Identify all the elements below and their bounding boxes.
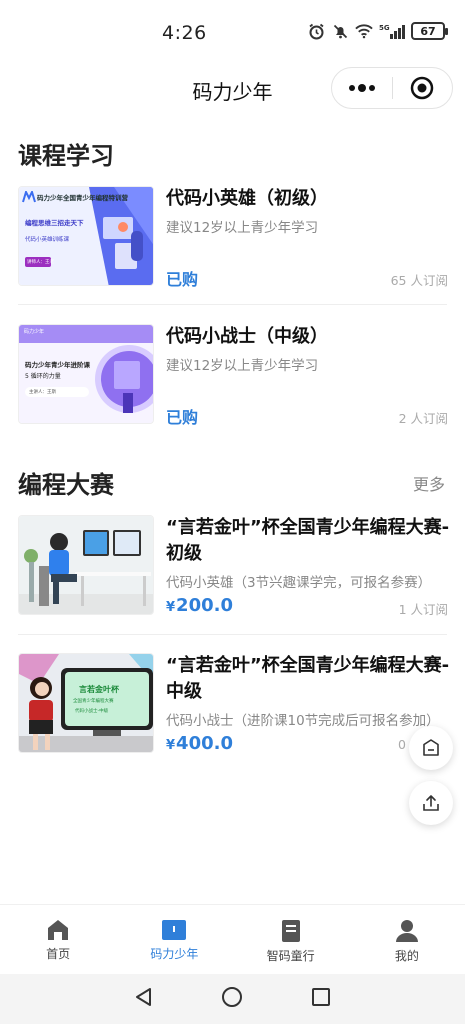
thumb-line1: 言若金叶杯 (79, 685, 119, 694)
tab-home[interactable]: 首页 (0, 905, 116, 974)
mute-bell-icon (331, 22, 349, 40)
book-open-icon (162, 920, 187, 940)
status-bar: 4:26 5G 67 (0, 0, 465, 66)
service-fab[interactable] (409, 726, 453, 770)
subscriber-count: 2 人订阅 (398, 411, 448, 426)
contest-subtitle: 代码小英雄（3节兴趣课学完，可报名参赛） (166, 575, 432, 591)
contest-subtitle: 代码小战士（进阶课10节完成后可报名参加） (166, 713, 440, 729)
course-title: 代码小战士（中级） (166, 326, 328, 347)
notebook-icon (281, 920, 300, 942)
recents-square-icon (312, 988, 331, 1006)
course-thumbnail: 码力少年全国青少年编程特训营 编程思维三招走天下 代码小英雄训练课 讲师人：王老 (18, 186, 154, 286)
tab-label: 我的 (394, 949, 419, 963)
status-icons: 5G 67 (307, 22, 448, 40)
cell-signal-icon: 5G (379, 22, 405, 40)
purchase-status: 已购 (166, 408, 199, 427)
home-icon (48, 920, 69, 940)
tab-label: 码力少年 (150, 947, 199, 961)
section-title-courses: 课程学习 (18, 142, 114, 170)
share-icon (423, 795, 439, 811)
system-navigation-bar (0, 974, 465, 1024)
back-triangle-icon (135, 988, 151, 1006)
share-fab[interactable] (409, 781, 453, 825)
battery-indicator: 67 (411, 22, 448, 40)
contest-thumbnail (18, 515, 154, 615)
mini-program-capsule (331, 67, 453, 109)
minimize-window-icon (423, 739, 439, 756)
status-time: 4:26 (162, 22, 207, 44)
course-card[interactable]: 码力少年 码力少年青少年进阶课 5 循环的力量 主讲人：王斯 代码小战士（中级）… (18, 324, 448, 427)
section-title-contests: 编程大赛 (18, 471, 114, 499)
course-title: 代码小英雄（初级） (166, 188, 328, 209)
more-contests-link[interactable]: 更多 (413, 471, 445, 495)
thumb-badge: 讲师人：王老 (27, 260, 54, 265)
alarm-icon (307, 22, 325, 40)
nav-bar: 码力少年 (0, 66, 465, 116)
course-thumbnail: 码力少年 码力少年青少年进阶课 5 循环的力量 主讲人：王斯 (18, 324, 154, 424)
person-icon (395, 920, 418, 942)
brand-logo-icon (22, 191, 36, 203)
contest-title: “言若金叶”杯全国青少年编程大赛-中级 (166, 655, 450, 702)
price-amount: 200.0 (176, 595, 233, 616)
contest-card[interactable]: 言若金叶杯 全国青少年编程大赛 代码小战士-中级 “言若金叶”杯全国青少年编程大… (18, 653, 450, 754)
course-subtitle: 建议12岁以上青少年学习 (166, 358, 319, 374)
bottom-tab-bar: 首页 码力少年 智码童行 我的 (0, 904, 465, 974)
tab-maly-shaonian[interactable]: 码力少年 (116, 905, 232, 974)
tab-label: 智码童行 (266, 949, 315, 963)
contest-price: ¥200.0 (166, 595, 233, 616)
target-close-icon (411, 76, 434, 100)
subscriber-count: 1 人订阅 (398, 602, 448, 617)
thumb-line2: 代码小英雄训练课 (25, 237, 70, 243)
home-circle-icon (222, 987, 243, 1007)
thumb-line1: 码力少年青少年进阶课 (25, 361, 90, 369)
contest-thumbnail: 言若金叶杯 全国青少年编程大赛 代码小战士-中级 (18, 653, 154, 753)
svg-text:5G: 5G (379, 24, 390, 32)
thumb-line1: 编程思维三招走天下 (25, 219, 84, 227)
close-miniprogram-button[interactable] (393, 68, 453, 108)
divider (18, 304, 447, 305)
tab-zhima-tongxing[interactable]: 智码童行 (233, 905, 349, 974)
more-menu-button[interactable] (332, 68, 392, 108)
thumb-banner-text: 码力少年全国青少年编程特训营 (37, 194, 128, 202)
course-card[interactable]: 码力少年全国青少年编程特训营 编程思维三招走天下 代码小英雄训练课 讲师人：王老… (18, 186, 448, 289)
back-button[interactable] (134, 987, 154, 1011)
tab-label: 首页 (46, 947, 71, 961)
currency-symbol: ¥ (166, 738, 176, 753)
thumb-line2: 5 循环的力量 (25, 373, 61, 380)
recents-button[interactable] (311, 987, 331, 1011)
thumb-line2: 全国青少年编程大赛 (73, 699, 114, 704)
divider (18, 634, 447, 635)
tab-mine[interactable]: 我的 (349, 905, 465, 974)
thumb-banner-text: 码力少年 (24, 329, 45, 335)
more-dots-icon (348, 84, 375, 92)
currency-symbol: ¥ (166, 600, 176, 615)
contest-price: ¥400.0 (166, 733, 233, 754)
thumb-line3: 代码小战士-中级 (75, 709, 109, 714)
home-button[interactable] (221, 986, 243, 1012)
thumb-badge: 主讲人：王斯 (29, 390, 56, 395)
subscriber-count: 0 (398, 737, 406, 752)
price-amount: 400.0 (176, 733, 233, 754)
purchase-status: 已购 (166, 270, 199, 289)
course-subtitle: 建议12岁以上青少年学习 (166, 220, 319, 236)
contest-title: “言若金叶”杯全国青少年编程大赛-初级 (166, 517, 450, 564)
contest-card[interactable]: “言若金叶”杯全国青少年编程大赛-初级 代码小英雄（3节兴趣课学完，可报名参赛）… (18, 515, 450, 617)
subscriber-count: 65 人订阅 (390, 273, 448, 288)
wifi-icon (355, 22, 373, 40)
